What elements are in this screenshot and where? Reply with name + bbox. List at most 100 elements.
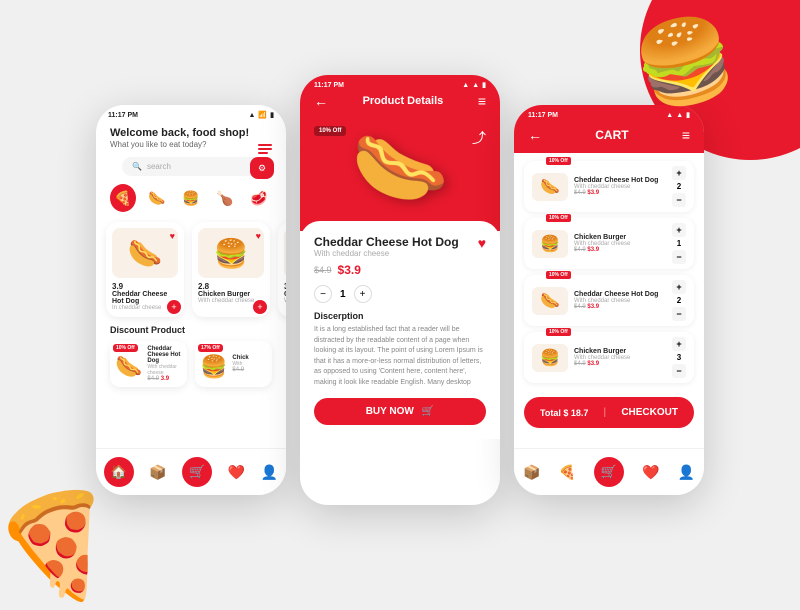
checkout-total: Total $ 18.7 <box>540 408 588 418</box>
home-header: Welcome back, food shop! What you like t… <box>96 122 286 157</box>
cart-qty-dec-1[interactable]: − <box>672 193 686 207</box>
cart-header-row: ← CART ≡ <box>528 127 690 143</box>
category-chicken[interactable]: 🍗 <box>212 184 238 212</box>
cart-icon: 🛒 <box>422 406 434 417</box>
qty-increase-btn[interactable]: + <box>354 285 372 303</box>
cart-qty-val-1: 2 <box>677 182 681 191</box>
search-icon: 🔍 <box>132 162 142 171</box>
cart-qty-inc-1[interactable]: + <box>672 166 686 180</box>
cart-new-3: $3.9 <box>587 304 599 310</box>
product-card-1[interactable]: 🌭 ♥ 3.9 Cheddar Cheese Hot Dog In chedda… <box>106 222 184 317</box>
cart-back-icon[interactable]: ← <box>528 127 542 143</box>
discount-row: 10% Off 🌭 Cheddar Cheese Hot Dog With ch… <box>110 341 272 387</box>
category-row: 🍕 🌭 🍔 🍗 🥩 <box>96 184 286 212</box>
cart-name-1: Cheddar Cheese Hot Dog <box>574 177 666 184</box>
back-icon[interactable]: ← <box>314 93 328 109</box>
cart-new-1: $3.9 <box>587 190 599 196</box>
cart-qty-dec-2[interactable]: − <box>672 250 686 264</box>
nav-favorites[interactable]: ❤️ <box>228 464 245 481</box>
product-card-2[interactable]: 🍔 ♥ 2.8 Chicken Burger With cheddar chee… <box>192 222 270 317</box>
detail-badge: 10% Off <box>314 126 346 136</box>
cart-qty-inc-4[interactable]: + <box>672 337 686 351</box>
detail-heart-icon[interactable]: ♥ <box>478 235 486 251</box>
category-hotdog[interactable]: 🌭 <box>144 184 170 212</box>
discount-old-2: $4.9 <box>232 367 244 373</box>
home-subtitle: What you like to eat today? <box>110 140 272 149</box>
cart-qty-3: + 2 − <box>672 280 686 321</box>
products-row: 🌭 ♥ 3.9 Cheddar Cheese Hot Dog In chedda… <box>96 222 286 317</box>
battery-icon: ▮ <box>270 111 274 119</box>
nav-home[interactable]: 🏠 <box>104 457 134 487</box>
discount-card-1[interactable]: 10% Off 🌭 Cheddar Cheese Hot Dog With ch… <box>110 341 187 387</box>
product-img-3: 🌭 <box>284 228 286 278</box>
cart-old-4: $4.9 <box>574 361 586 367</box>
share-icon[interactable]: ⤴ <box>472 128 486 148</box>
add-btn-2[interactable]: + <box>253 300 267 314</box>
discount-sub-1: With cheddar cheese <box>147 364 182 376</box>
category-burger[interactable]: 🍔 <box>178 184 204 212</box>
checkout-divider: | <box>604 407 607 418</box>
category-meat[interactable]: 🥩 <box>246 184 272 212</box>
nav-orders[interactable]: 📦 <box>149 464 166 481</box>
cart-menu-icon[interactable]: ≡ <box>682 127 690 143</box>
filter-icon: ⚙ <box>258 163 266 174</box>
discount-title: Discount Product <box>110 325 272 335</box>
discount-section: Discount Product 10% Off 🌭 Cheddar Chees… <box>96 325 286 387</box>
desc-text: It is a long established fact that a rea… <box>314 325 486 388</box>
cart-qty-inc-3[interactable]: + <box>672 280 686 294</box>
cart-info-3: Cheddar Cheese Hot Dog With cheddar chee… <box>574 291 666 310</box>
detail-screen-title: Product Details <box>363 95 444 107</box>
cart-prices-4: $4.9 $3.9 <box>574 361 666 367</box>
detail-menu-icon[interactable]: ≡ <box>478 93 486 109</box>
add-btn-1[interactable]: + <box>167 300 181 314</box>
search-bar[interactable]: 🔍 search <box>122 157 260 176</box>
cart-qty-dec-3[interactable]: − <box>672 307 686 321</box>
cart-qty-1: + 2 − <box>672 166 686 207</box>
cart-qty-dec-4[interactable]: − <box>672 364 686 378</box>
detail-header: 11:17 PM ▲ ▲ ▮ ← Product Details ≡ <box>300 75 500 123</box>
menu-line-2 <box>258 148 272 150</box>
cart-img-3: 🌭 <box>532 287 568 315</box>
cart-battery-icon: ▮ <box>686 111 690 119</box>
buy-now-button[interactable]: BUY NOW 🛒 <box>314 398 486 425</box>
product-card-3[interactable]: 🌭 3.5 Che Hot With c + <box>278 222 286 317</box>
checkout-bar[interactable]: Total $ 18.7 | CHECKOUT <box>524 397 694 428</box>
nav-profile[interactable]: 👤 <box>261 464 278 481</box>
cart-item-4: 10% Off 🍔 Chicken Burger With cheddar ch… <box>524 332 694 383</box>
cart-nav-cart[interactable]: 🛒 <box>594 457 624 487</box>
qty-control: − 1 + <box>314 285 486 303</box>
discount-prices-2: $4.9 <box>232 367 248 373</box>
menu-icon[interactable] <box>258 144 272 154</box>
cart-qty-inc-2[interactable]: + <box>672 223 686 237</box>
detail-status-icons: ▲ ▲ ▮ <box>462 81 486 89</box>
detail-product-name: Cheddar Cheese Hot Dog <box>314 235 459 249</box>
heart-icon-1[interactable]: ♥ <box>170 231 175 241</box>
cart-prices-2: $4.9 $3.9 <box>574 247 666 253</box>
qty-decrease-btn[interactable]: − <box>314 285 332 303</box>
cart-name-4: Chicken Burger <box>574 348 666 355</box>
product-emoji-1: 🌭 <box>128 237 163 270</box>
cart-info-2: Chicken Burger With cheddar cheese $4.9 … <box>574 234 666 253</box>
cart-nav-browse[interactable]: 🍕 <box>559 464 576 481</box>
discount-card-2[interactable]: 17% Off 🍔 Chick With $4.9 <box>195 341 272 387</box>
wifi-icon: 📶 <box>258 111 267 119</box>
detail-signal: ▲ <box>462 82 469 89</box>
detail-product-info: Cheddar Cheese Hot Dog With cheddar chee… <box>314 235 459 263</box>
cart-nav-orders[interactable]: 📦 <box>523 464 540 481</box>
cart-nav-profile[interactable]: 👤 <box>678 464 695 481</box>
discount-name-1: Cheddar Cheese Hot Dog <box>147 346 182 364</box>
heart-icon-2[interactable]: ♥ <box>256 231 261 241</box>
cart-new-4: $3.9 <box>587 361 599 367</box>
checkout-label: CHECKOUT <box>621 407 678 418</box>
cart-name-2: Chicken Burger <box>574 234 666 241</box>
product-img-1: 🌭 ♥ <box>112 228 178 278</box>
cart-nav-favorites[interactable]: ❤️ <box>642 464 659 481</box>
category-pizza[interactable]: 🍕 <box>110 184 136 212</box>
product-name-3: Che Hot <box>284 291 286 298</box>
filter-button[interactable]: ⚙ <box>250 157 274 179</box>
home-title: Welcome back, food shop! <box>110 126 272 140</box>
nav-cart[interactable]: 🛒 <box>182 457 212 487</box>
home-status-icons: ▲ 📶 ▮ <box>248 111 274 119</box>
home-time: 11:17 PM <box>108 112 138 119</box>
discount-emoji-1: 🌭 <box>115 354 142 380</box>
